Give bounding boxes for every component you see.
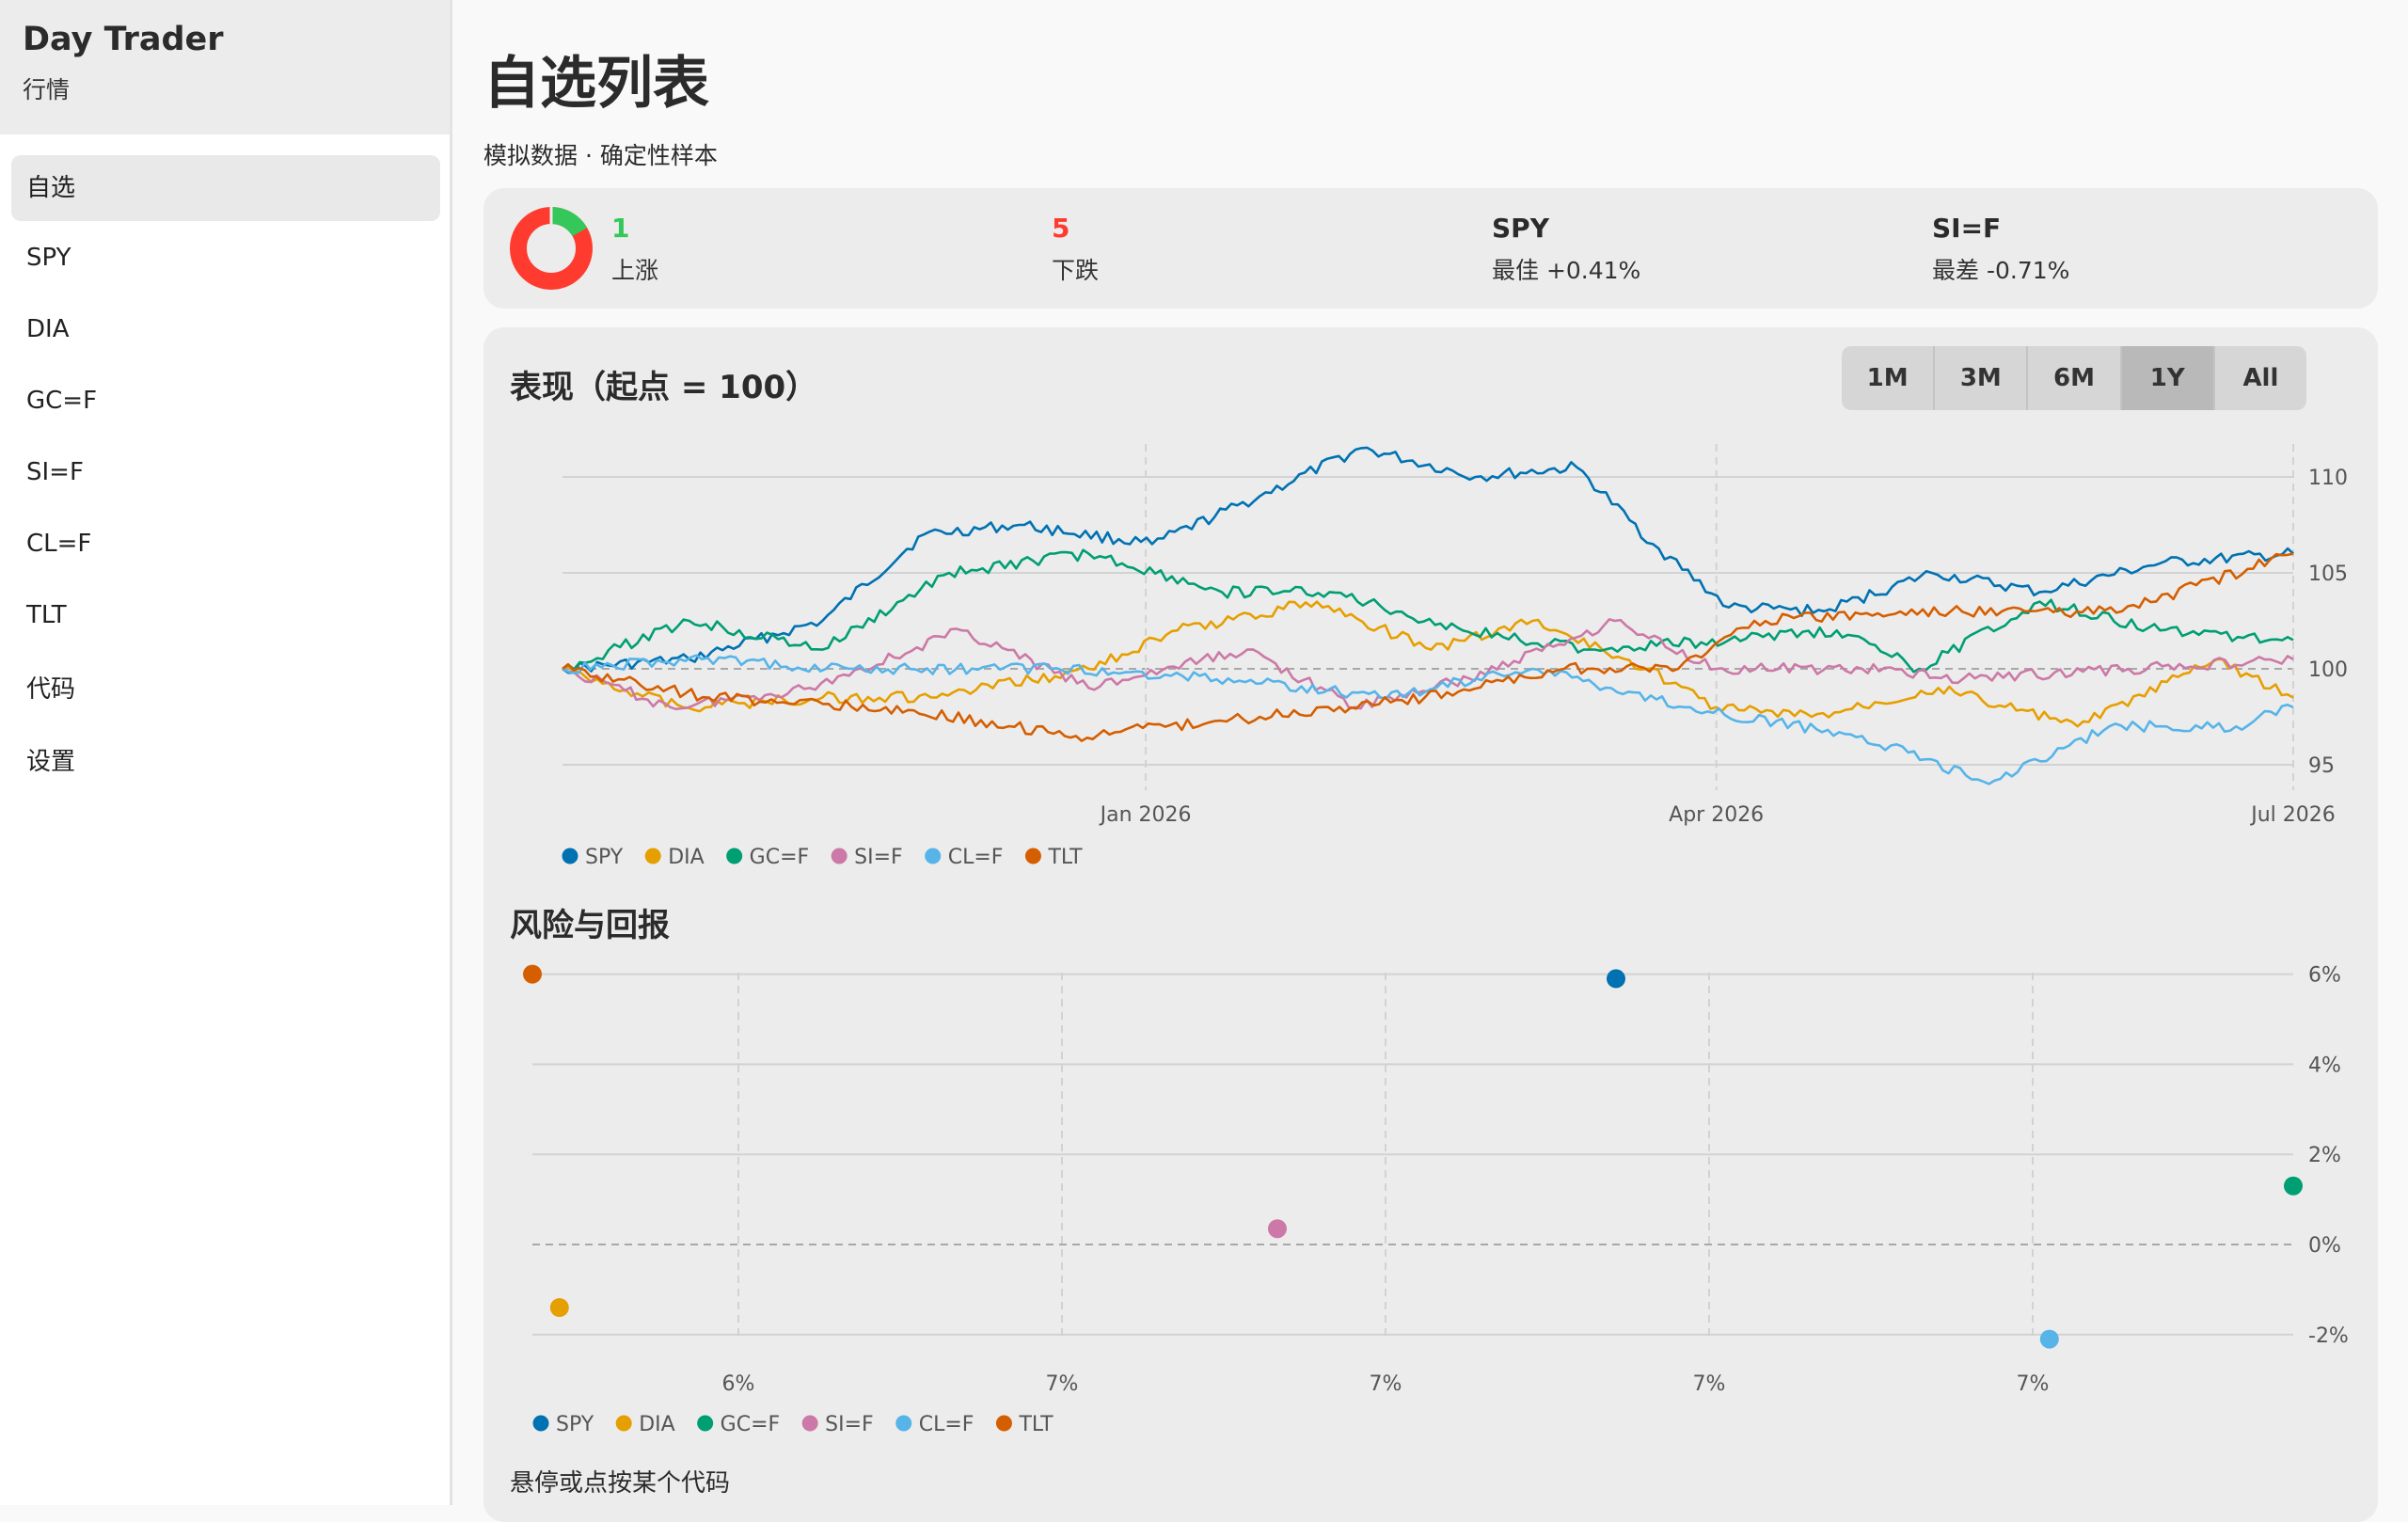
risk-x-tick-label: 7% xyxy=(1046,1372,1079,1396)
legend-label-tlt: TLT xyxy=(1018,1413,1054,1436)
scatter-point-sif xyxy=(1268,1219,1287,1239)
page-title: 自选列表 xyxy=(483,51,709,117)
legend-marker-tlt xyxy=(1024,848,1041,864)
summary-card: 1 上涨 5 下跌 SPY 最佳 +0.41% SI=F 最差 -0.71% xyxy=(483,188,2378,309)
risk-y-tick-label: -2% xyxy=(2308,1324,2349,1348)
perf-x-tick-label: Apr 2026 xyxy=(1669,803,1764,827)
legend-marker-dia xyxy=(644,848,661,864)
range-selector: 1M 3M 6M 1Y All xyxy=(1842,346,2306,410)
up-label: 上涨 xyxy=(611,257,659,284)
risk-y-tick-label: 0% xyxy=(2308,1234,2341,1258)
up-down-donut xyxy=(510,207,593,290)
risk-title: 风险与回报 xyxy=(510,907,670,944)
risk-x-tick-label: 7% xyxy=(2017,1372,2050,1396)
legend-label-sif: SI=F xyxy=(825,1413,874,1436)
legend-marker-clf xyxy=(925,848,942,864)
legend-marker-spy xyxy=(532,1415,549,1432)
perf-y-tick-label: 110 xyxy=(2308,467,2348,490)
sidebar-header: Day Trader 行情 xyxy=(0,0,450,135)
app-title: Day Trader xyxy=(23,21,224,58)
risk-y-tick-label: 4% xyxy=(2308,1054,2341,1077)
performance-chart[interactable]: 95 100 105 110 Jan 2026 Apr 2026 Jul 2026 SPY DI… xyxy=(483,433,2378,875)
range-all-button[interactable]: All xyxy=(2215,346,2306,410)
range-1y-button[interactable]: 1Y xyxy=(2121,346,2215,410)
best-change: 最佳 +0.41% xyxy=(1492,257,1641,284)
scatter-point-gcf xyxy=(2284,1176,2303,1196)
series-line-spy xyxy=(562,446,2294,674)
legend-label-spy: SPY xyxy=(556,1413,594,1436)
risk-x-tick-label: 6% xyxy=(722,1372,755,1396)
sidebar-item-symbols[interactable]: 代码 xyxy=(11,657,440,722)
worst-change: 最差 -0.71% xyxy=(1932,257,2070,284)
legend-marker-clf xyxy=(895,1415,912,1432)
range-1m-button[interactable]: 1M xyxy=(1842,346,1936,410)
app-subtitle: 行情 xyxy=(23,76,71,103)
scatter-point-spy xyxy=(1607,969,1625,989)
legend-marker-gcf xyxy=(697,1415,714,1432)
sidebar-item-tlt[interactable]: TLT xyxy=(11,582,440,648)
range-3m-button[interactable]: 3M xyxy=(1935,346,2029,410)
legend-marker-sif xyxy=(831,848,848,864)
legend-label-spy: SPY xyxy=(585,846,624,869)
page-subtitle: 模拟数据 · 确定性样本 xyxy=(483,142,718,169)
legend-marker-tlt xyxy=(995,1415,1012,1432)
perf-x-tick-label: Jan 2026 xyxy=(1099,803,1192,827)
down-count: 5 xyxy=(1052,213,1070,244)
scatter-point-dia xyxy=(549,1298,569,1318)
sidebar-item-spy[interactable]: SPY xyxy=(11,225,440,291)
legend-label-gcf: GC=F xyxy=(721,1413,781,1436)
risk-x-tick-label: 7% xyxy=(1370,1372,1402,1396)
legend-marker-spy xyxy=(562,848,578,864)
hover-hint: 悬停或点按某个代码 xyxy=(510,1469,731,1498)
performance-title: 表现（起点 = 100） xyxy=(510,369,818,406)
risk-x-tick-label: 7% xyxy=(1693,1372,1726,1396)
sidebar-item-clf[interactable]: CL=F xyxy=(11,511,440,577)
sidebar-item-watchlist[interactable]: 自选 xyxy=(11,155,440,221)
risk-y-tick-label: 6% xyxy=(2308,964,2341,988)
perf-x-tick-label: Jul 2026 xyxy=(2249,803,2336,827)
legend-label-dia: DIA xyxy=(639,1413,674,1436)
legend-label-clf: CL=F xyxy=(948,846,1004,869)
scatter-point-tlt xyxy=(523,964,542,984)
perf-y-tick-label: 105 xyxy=(2308,563,2348,586)
perf-y-tick-label: 100 xyxy=(2308,658,2348,682)
up-count: 1 xyxy=(611,213,630,244)
legend-label-dia: DIA xyxy=(668,846,704,869)
legend-marker-dia xyxy=(615,1415,632,1432)
best-symbol: SPY xyxy=(1492,213,1549,244)
legend-marker-gcf xyxy=(726,848,743,864)
sidebar-item-dia[interactable]: DIA xyxy=(11,296,440,362)
risk-return-chart[interactable]: 6% 4% 2% 0% -2% 6% 7% 7% 7% 7% SPY DIA GC=F SI=F CL=F T… xyxy=(483,950,2378,1449)
legend-label-clf: CL=F xyxy=(919,1413,974,1436)
legend-label-gcf: GC=F xyxy=(750,846,810,869)
down-label: 下跌 xyxy=(1052,257,1100,284)
worst-symbol: SI=F xyxy=(1932,213,2002,244)
sidebar-item-settings[interactable]: 设置 xyxy=(11,729,440,795)
scatter-point-clf xyxy=(2039,1329,2059,1349)
perf-y-tick-label: 95 xyxy=(2308,754,2335,778)
range-6m-button[interactable]: 6M xyxy=(2028,346,2122,410)
legend-label-tlt: TLT xyxy=(1047,846,1083,869)
legend-label-sif: SI=F xyxy=(854,846,903,869)
legend-marker-sif xyxy=(801,1415,818,1432)
sidebar-item-sif[interactable]: SI=F xyxy=(11,439,440,505)
risk-y-tick-label: 2% xyxy=(2308,1144,2341,1167)
sidebar: Day Trader 行情 自选 SPY DIA GC=F SI=F CL=F … xyxy=(0,0,452,1505)
sidebar-item-gcf[interactable]: GC=F xyxy=(11,368,440,434)
